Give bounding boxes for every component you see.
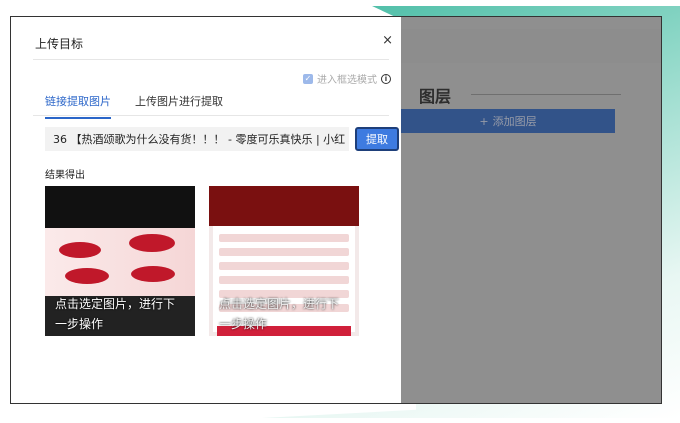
- dialog-header-divider: [33, 59, 389, 60]
- upload-target-dialog: 上传目标 × ✓ 进入框选模式 i 链接提取图片 上传图片进行提取 36 【热酒…: [21, 27, 401, 397]
- phone-status-bar: [45, 186, 195, 228]
- app-window: 图层 + 添加图层 上传目标 × ✓ 进入框选模式 i 链接提取图片 上传图片进…: [10, 16, 662, 404]
- modal-overlay: [401, 17, 661, 403]
- extract-button[interactable]: 提取: [355, 127, 399, 151]
- link-input[interactable]: 36 【热酒颂歌为什么没有货！！！ - 零度可乐真快乐 | 小红: [45, 127, 349, 151]
- close-icon[interactable]: ×: [382, 33, 393, 48]
- checkbox-icon[interactable]: ✓: [303, 73, 313, 84]
- info-icon[interactable]: i: [381, 73, 391, 84]
- select-mode-toggle[interactable]: ✓ 进入框选模式 i: [303, 71, 391, 86]
- select-mode-label: 进入框选模式: [317, 75, 377, 86]
- screenshot-stage: 图层 + 添加图层 上传目标 × ✓ 进入框选模式 i 链接提取图片 上传图片进…: [0, 0, 680, 423]
- result-image-card-2[interactable]: 点击选定图片，进行下一步操作: [209, 186, 359, 336]
- card-caption: 点击选定图片，进行下一步操作: [55, 297, 176, 331]
- product-header-image: [209, 186, 359, 226]
- result-label: 结果得出: [45, 170, 85, 181]
- card-caption: 点击选定图片，进行下一步操作: [219, 297, 340, 331]
- tabs-divider: [33, 115, 389, 116]
- product-image: [45, 228, 195, 296]
- result-image-card-1[interactable]: 点击选定图片，进行下一步操作: [45, 186, 195, 336]
- dialog-title: 上传目标: [35, 37, 84, 51]
